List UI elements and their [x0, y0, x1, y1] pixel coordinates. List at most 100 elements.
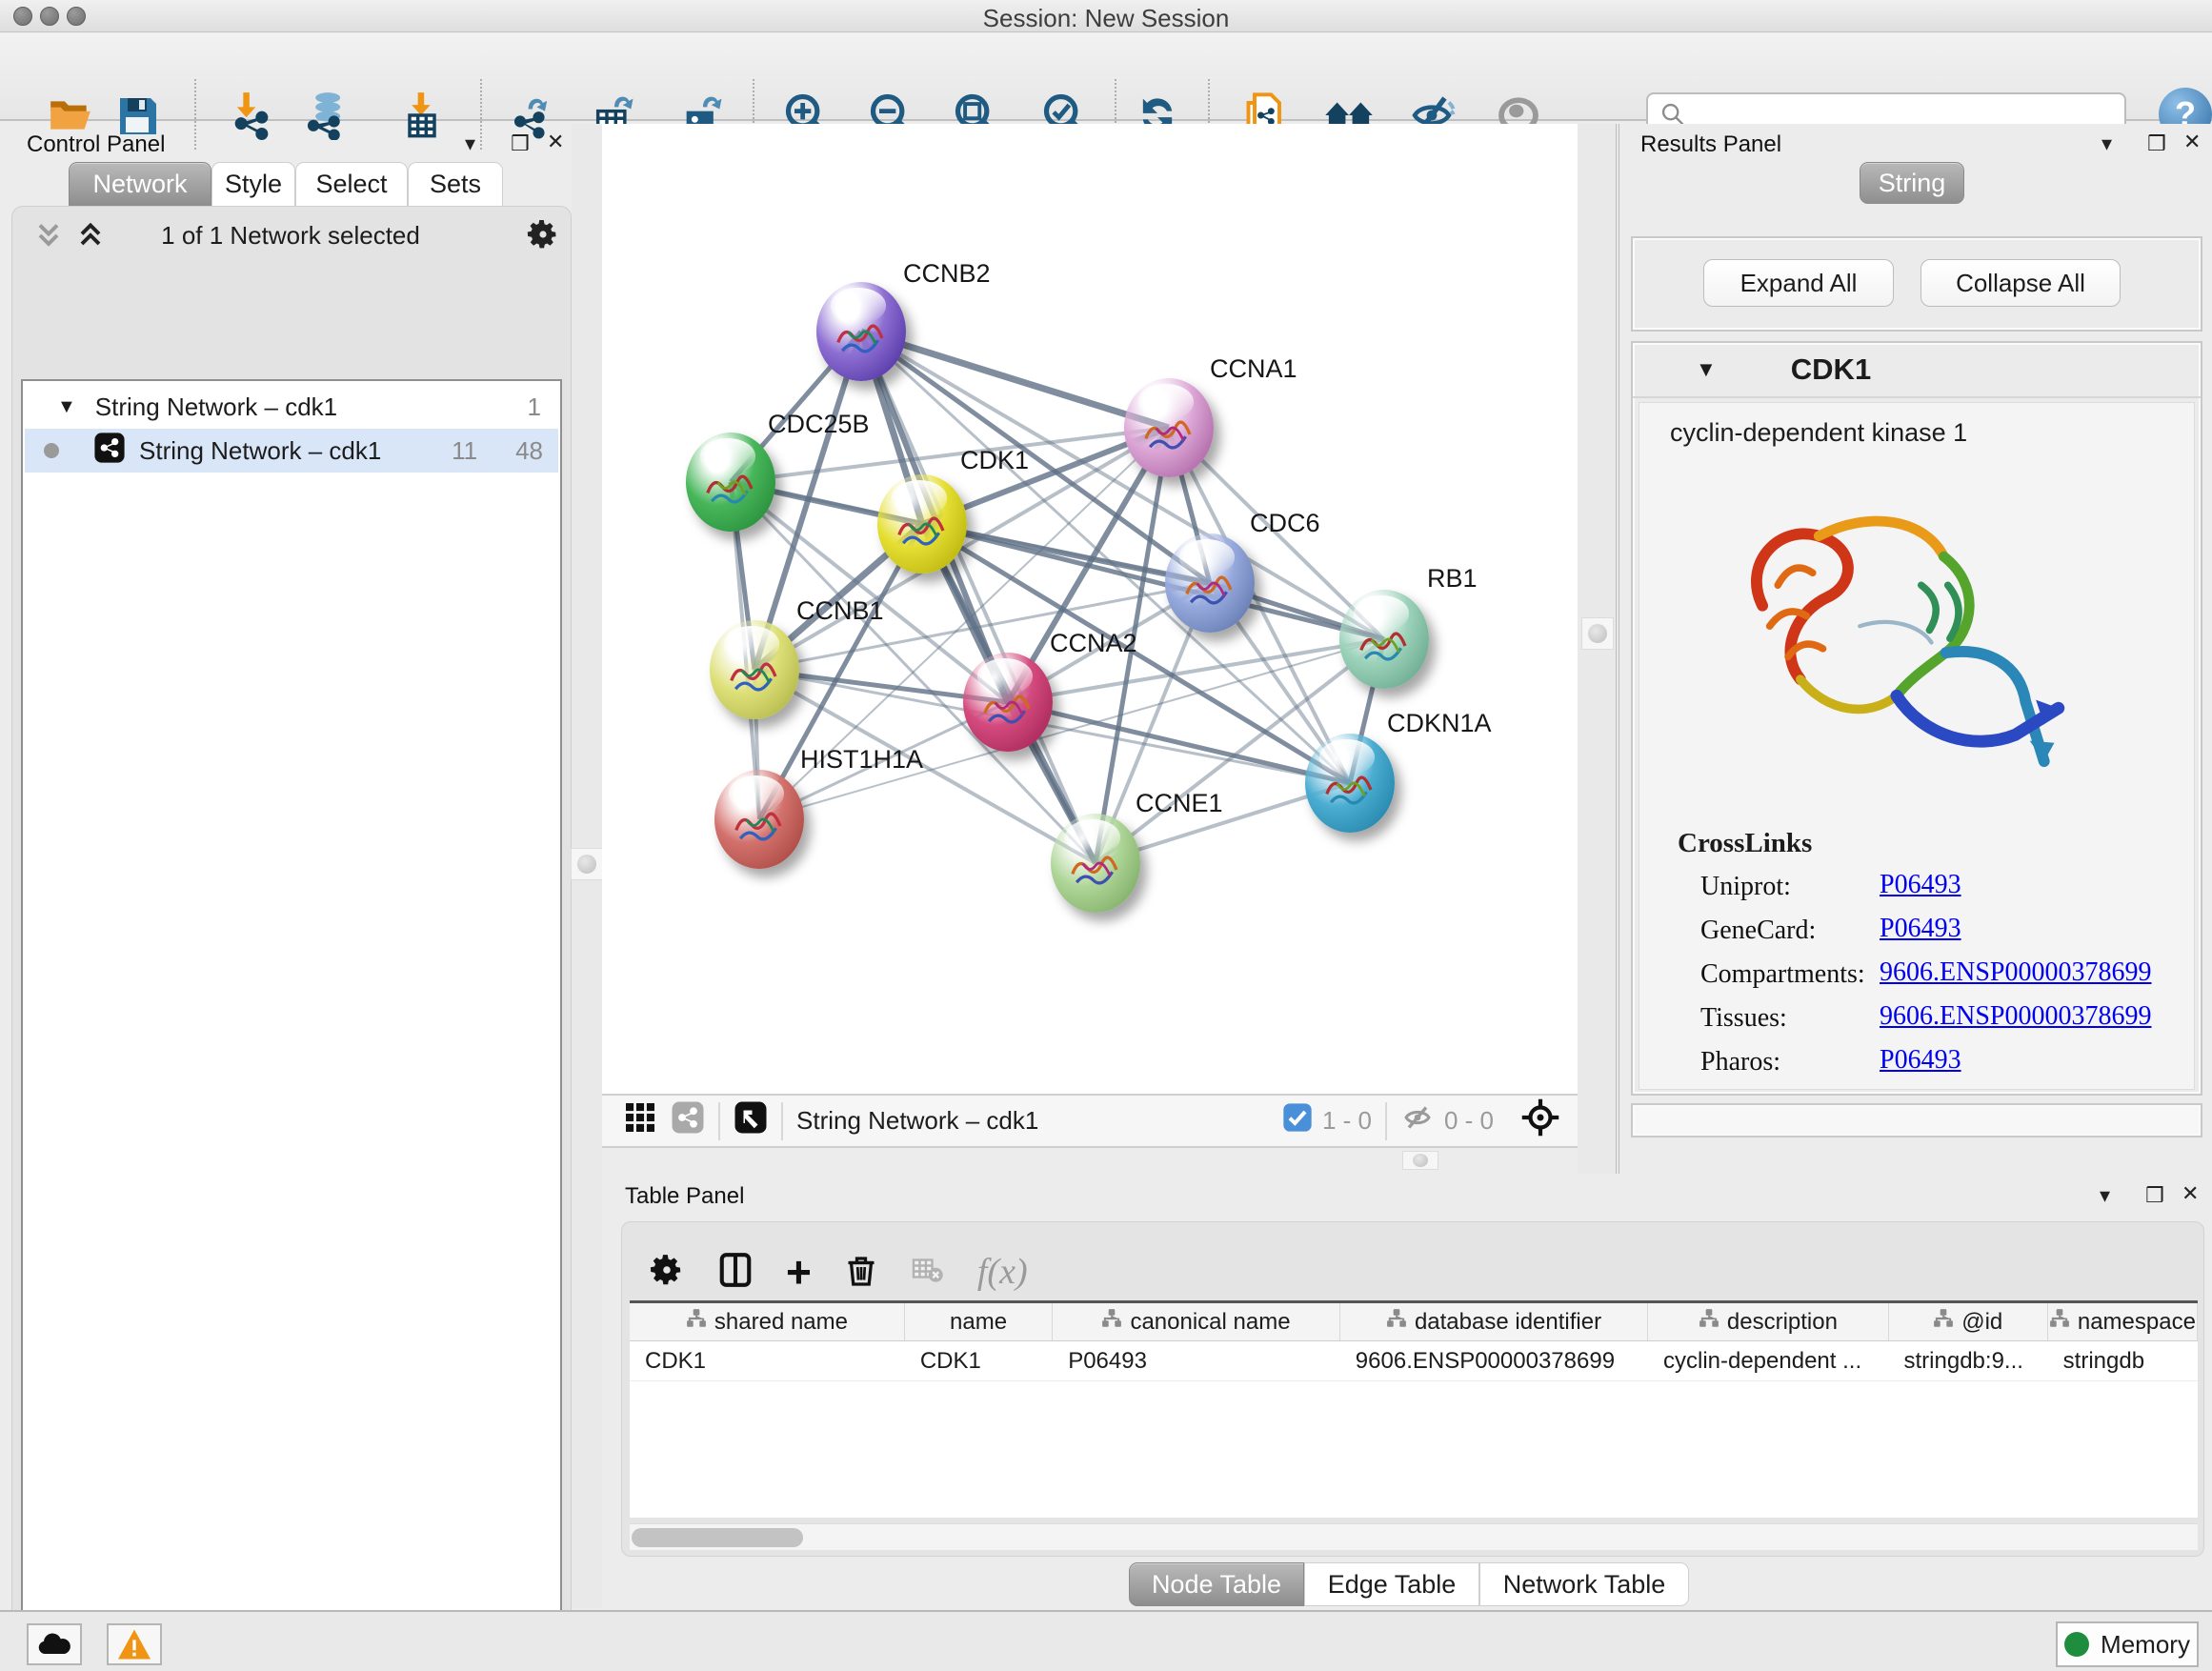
current-network-dot-icon [44, 443, 59, 458]
table-cell[interactable]: stringdb [2048, 1341, 2198, 1380]
network-row[interactable]: String Network – cdk1 11 48 [25, 429, 558, 473]
warning-icon [116, 1628, 152, 1661]
crosslink-pharos-link[interactable]: P06493 [1880, 1045, 1961, 1076]
network-node-label: CCNB2 [903, 259, 991, 289]
scrollbar-thumb[interactable] [632, 1528, 803, 1547]
column-header-database-identifier[interactable]: database identifier [1340, 1303, 1648, 1340]
table-panel-maximize-icon[interactable]: ❒ [2145, 1183, 2164, 1208]
network-node[interactable] [1165, 534, 1255, 633]
network-node[interactable] [1305, 734, 1395, 833]
string-style-icon[interactable] [671, 1100, 705, 1141]
table-horizontal-scrollbar[interactable] [630, 1523, 2198, 1550]
protein-ribbon-thumbnail-icon [699, 457, 762, 525]
protein-card-header[interactable]: ▼ CDK1 [1633, 343, 2201, 398]
tab-edge-table[interactable]: Edge Table [1304, 1562, 1479, 1606]
left-splitter-handle[interactable] [571, 848, 603, 880]
protein-name: CDK1 [1791, 352, 1871, 387]
node-position-crosshair-icon[interactable] [1520, 1097, 1560, 1144]
table-panel-close-icon[interactable]: ✕ [2182, 1181, 2199, 1206]
network-node[interactable] [710, 620, 799, 719]
delete-table-icon [911, 1253, 945, 1292]
control-panel: Control Panel ▾ ❒ ✕ Network Style Select… [0, 124, 579, 1608]
results-panel-maximize-icon[interactable]: ❒ [2147, 131, 2166, 156]
network-node[interactable] [816, 282, 906, 381]
network-node[interactable] [877, 474, 967, 574]
expand-all-chevron-icon[interactable] [76, 219, 105, 256]
crosslink-compartments-link[interactable]: 9606.ENSP00000378699 [1880, 957, 2151, 988]
column-header-canonical-name[interactable]: canonical name [1053, 1303, 1340, 1340]
title-bar: Session: New Session [0, 0, 2212, 32]
protein-collapse-caret-icon[interactable]: ▼ [1696, 357, 1717, 382]
warning-button[interactable] [107, 1623, 162, 1665]
column-header-name[interactable]: name [905, 1303, 1053, 1340]
protein-ribbon-thumbnail-icon [1064, 838, 1127, 906]
collapse-all-chevron-icon[interactable] [34, 219, 63, 256]
delete-column-icon[interactable] [844, 1252, 878, 1293]
control-panel-float-icon[interactable]: ▾ [465, 131, 475, 156]
protein-ribbon-thumbnail-icon [976, 677, 1039, 745]
table-panel-float-icon[interactable]: ▾ [2100, 1183, 2110, 1208]
protein-ribbon-thumbnail-icon [723, 645, 786, 713]
tab-network-table[interactable]: Network Table [1479, 1562, 1689, 1606]
table-options-gear-icon[interactable] [649, 1252, 685, 1293]
column-header-shared-name[interactable]: shared name [630, 1303, 905, 1340]
table-panel-body: + f(x) shared namenamecanonical namedata… [621, 1221, 2204, 1557]
collection-expand-caret-icon[interactable]: ▼ [57, 396, 76, 418]
node-table[interactable]: shared namenamecanonical namedatabase id… [630, 1300, 2198, 1518]
control-panel-close-icon[interactable]: ✕ [547, 130, 564, 154]
crosslink-label: Uniprot: [1700, 872, 1791, 902]
right-splitter[interactable] [1578, 124, 1619, 1174]
collection-count: 1 [528, 393, 541, 422]
expand-all-button[interactable]: Expand All [1703, 259, 1894, 307]
crosslink-genecard-link[interactable]: P06493 [1880, 914, 1961, 944]
crosslink-label: Tissues: [1700, 1003, 1787, 1034]
network-node-label: HIST1H1A [800, 745, 923, 775]
network-node[interactable] [1051, 814, 1140, 913]
results-panel-close-icon[interactable]: ✕ [2183, 130, 2201, 154]
birdseye-view-icon[interactable] [734, 1100, 768, 1141]
left-splitter[interactable] [572, 124, 602, 1608]
show-columns-icon[interactable] [717, 1252, 754, 1293]
cloud-button[interactable] [27, 1623, 82, 1665]
table-cell[interactable]: stringdb:9... [1889, 1341, 2048, 1380]
cloud-icon [35, 1630, 73, 1659]
crosslink-label: GeneCard: [1700, 916, 1816, 946]
crosslink-tissues-link[interactable]: 9606.ENSP00000378699 [1880, 1001, 2151, 1032]
table-cell[interactable]: CDK1 [905, 1341, 1053, 1380]
network-node[interactable] [963, 653, 1053, 752]
tab-network[interactable]: Network [69, 162, 211, 206]
network-node[interactable] [714, 770, 804, 869]
results-panel-float-icon[interactable]: ▾ [2101, 131, 2112, 156]
table-cell[interactable]: P06493 [1053, 1341, 1340, 1380]
collapse-all-button[interactable]: Collapse All [1920, 259, 2121, 307]
tab-select[interactable]: Select [295, 162, 408, 206]
network-node[interactable] [686, 433, 775, 532]
selected-checkbox-icon[interactable] [1282, 1102, 1313, 1139]
column-header-namespace[interactable]: namespace [2048, 1303, 2198, 1340]
tab-sets[interactable]: Sets [408, 162, 503, 206]
tab-node-table[interactable]: Node Table [1129, 1562, 1304, 1606]
network-row-label: String Network – cdk1 [139, 436, 381, 466]
network-node[interactable] [1339, 590, 1429, 689]
column-header-description[interactable]: description [1648, 1303, 1889, 1340]
network-options-gear-icon[interactable] [526, 217, 560, 256]
grid-view-icon[interactable] [623, 1100, 657, 1141]
network-node[interactable] [1124, 378, 1214, 477]
horizontal-splitter-handle[interactable] [1402, 1151, 1438, 1170]
table-cell[interactable]: 9606.ENSP00000378699 [1340, 1341, 1648, 1380]
tab-string[interactable]: String [1860, 162, 1964, 204]
network-collection-row[interactable]: ▼ String Network – cdk1 1 [25, 385, 558, 429]
crosslink-label: Compartments: [1700, 959, 1865, 990]
table-row[interactable]: CDK1CDK1P064939606.ENSP00000378699cyclin… [630, 1341, 2198, 1381]
column-header--id[interactable]: @id [1889, 1303, 2048, 1340]
memory-button[interactable]: Memory [2056, 1621, 2199, 1667]
add-column-icon[interactable]: + [786, 1258, 812, 1286]
crosslink-uniprot-link[interactable]: P06493 [1880, 870, 1961, 900]
tab-style[interactable]: Style [211, 162, 295, 206]
right-splitter-handle[interactable] [1581, 617, 1614, 650]
table-cell[interactable]: CDK1 [630, 1341, 905, 1380]
network-canvas[interactable] [602, 124, 1578, 1094]
results-panel-title: Results Panel [1640, 131, 1781, 158]
table-cell[interactable]: cyclin-dependent ... [1648, 1341, 1889, 1380]
control-panel-maximize-icon[interactable]: ❒ [511, 131, 530, 156]
